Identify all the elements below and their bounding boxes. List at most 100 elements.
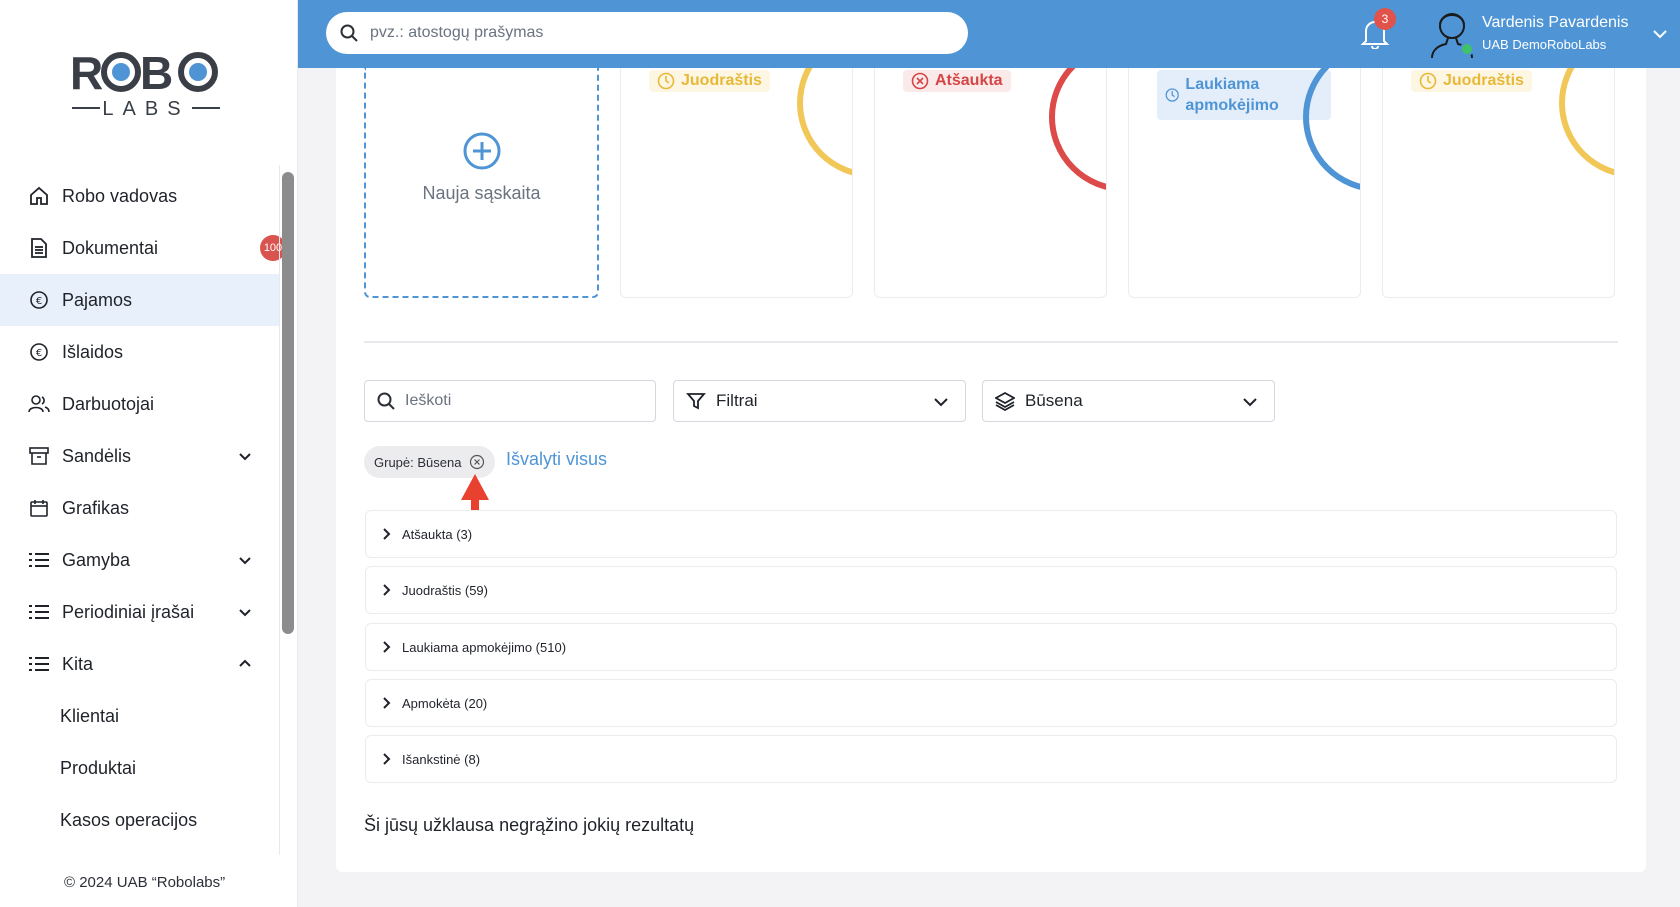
- list-icon: [28, 549, 50, 571]
- sidebar-item-robo-vadovas[interactable]: Robo vadovas: [0, 170, 280, 222]
- sidebar-item-label: Išlaidos: [62, 341, 124, 362]
- sidebar-item-label: Kasos operacijos: [60, 809, 198, 830]
- invoice-card[interactable]: Juodraštis: [620, 68, 853, 298]
- document-icon: [28, 237, 50, 259]
- filters-dropdown[interactable]: Filtrai: [673, 380, 966, 422]
- status-dropdown[interactable]: Būsena: [982, 380, 1275, 422]
- chevron-down-icon: [1243, 398, 1257, 407]
- online-status-dot: [1460, 42, 1474, 56]
- sidebar-scrollbar[interactable]: [282, 172, 294, 634]
- sidebar-scroll-track: [279, 165, 280, 855]
- sidebar-item-label: Sandėlis: [62, 445, 132, 466]
- chip-label: Grupė: Būsena: [374, 454, 462, 470]
- income-icon: €: [28, 289, 50, 311]
- top-bar: 3 Vardenis Pavardenis UAB DemoRoboLabs: [298, 0, 1680, 68]
- new-invoice-card[interactable]: Nauja sąskaita: [364, 68, 599, 298]
- sidebar-item-gamyba[interactable]: Gamyba: [0, 534, 280, 586]
- sidebar-nav: Robo vadovas Dokumentai 100 € Pajamos € …: [0, 170, 286, 846]
- new-invoice-label: Nauja sąskaita: [422, 182, 541, 203]
- users-icon: [28, 393, 50, 415]
- sidebar-item-label: Periodiniai įrašai: [62, 601, 195, 622]
- list-icon: [28, 653, 50, 675]
- group-row-label: Atšaukta (3): [402, 526, 473, 542]
- sidebar-item-produktai[interactable]: Produktai: [0, 742, 280, 794]
- group-row-label: Juodraštis (59): [402, 582, 488, 598]
- clock-icon: [1165, 88, 1179, 102]
- chevron-down-icon: [934, 398, 948, 407]
- chevron-down-icon[interactable]: [236, 447, 254, 465]
- sidebar-item-sandelis[interactable]: Sandėlis: [0, 430, 280, 482]
- sidebar-item-label: Pajamos: [62, 289, 133, 310]
- clock-icon: [657, 72, 675, 90]
- status-label: Juodraštis: [681, 72, 762, 89]
- sidebar-item-pajamos[interactable]: € Pajamos: [0, 274, 280, 326]
- svg-text:B: B: [140, 47, 173, 99]
- chevron-right-icon: [383, 753, 391, 765]
- group-row[interactable]: Apmokėta (20): [365, 679, 1617, 727]
- group-row-label: Apmokėta (20): [402, 695, 488, 711]
- chevron-down-icon[interactable]: [1650, 24, 1670, 44]
- sidebar-item-periodiniai-irasai[interactable]: Periodiniai įrašai: [0, 586, 280, 638]
- chevron-right-icon: [383, 641, 391, 653]
- sidebar-item-dokumentai[interactable]: Dokumentai 100: [0, 222, 286, 274]
- status-ring: [1049, 68, 1106, 192]
- status-badge: Atšaukta: [903, 70, 1011, 92]
- group-row-label: Laukiama apmokėjimo (510): [402, 639, 567, 655]
- group-row[interactable]: Juodraštis (59): [365, 566, 1617, 614]
- sidebar-item-klientai[interactable]: Klientai: [0, 690, 280, 742]
- list-icon: [28, 601, 50, 623]
- sidebar-item-label: Robo vadovas: [62, 185, 178, 206]
- sidebar: R B LABS Robo vadovas Dokumentai 100 € P…: [0, 0, 298, 907]
- archive-icon: [28, 445, 50, 467]
- sidebar-item-label: Dokumentai: [62, 237, 159, 258]
- invoice-card[interactable]: Atšaukta: [874, 68, 1107, 298]
- svg-text:€: €: [36, 296, 42, 307]
- svg-text:R: R: [70, 47, 103, 99]
- status-label: Juodraštis: [1443, 72, 1524, 89]
- group-row[interactable]: Laukiama apmokėjimo (510): [365, 623, 1617, 671]
- filters-label: Filtrai: [716, 391, 758, 410]
- expense-icon: €: [28, 341, 50, 363]
- search-icon: [377, 392, 395, 410]
- chevron-right-icon: [383, 697, 391, 709]
- sidebar-item-label: Darbuotojai: [62, 393, 155, 414]
- group-row-label: Išankstinė (8): [402, 751, 481, 767]
- sidebar-item-islaidos[interactable]: € Išlaidos: [0, 326, 280, 378]
- empty-results-message: Ši jūsų užklausa negrąžino jokių rezulta…: [364, 815, 695, 835]
- plus-circle-icon: [463, 132, 500, 169]
- search-field[interactable]: [364, 380, 656, 422]
- svg-text:LABS: LABS: [102, 98, 189, 120]
- copyright-text: © 2024 UAB “Robolabs”: [64, 874, 226, 891]
- home-icon: [28, 185, 50, 207]
- search-input[interactable]: [405, 392, 625, 410]
- invoice-card[interactable]: Juodraštis: [1382, 68, 1615, 298]
- invoice-card[interactable]: Laukiama apmokėjimo: [1128, 68, 1361, 298]
- cancel-circle-icon: [911, 72, 929, 90]
- group-row[interactable]: Išankstinė (8): [365, 735, 1617, 783]
- filter-icon: [686, 393, 706, 410]
- svg-text:€: €: [36, 348, 42, 359]
- calendar-icon: [28, 497, 50, 519]
- group-row[interactable]: Atšaukta (3): [365, 510, 1617, 558]
- status-badge: Juodraštis: [649, 70, 770, 92]
- robolabs-logo[interactable]: R B LABS: [70, 45, 222, 120]
- chevron-up-icon[interactable]: [236, 655, 254, 673]
- sidebar-item-kasos-operacijos[interactable]: Kasos operacijos: [0, 794, 280, 846]
- sidebar-item-label: Produktai: [60, 757, 137, 778]
- close-circle-icon[interactable]: [469, 454, 485, 470]
- search-icon: [340, 24, 358, 42]
- global-search[interactable]: [326, 12, 968, 54]
- sidebar-item-label: Kita: [62, 653, 94, 674]
- global-search-input[interactable]: [370, 24, 930, 42]
- clear-all-link[interactable]: Išvalyti visus: [506, 449, 607, 470]
- sidebar-item-grafikas[interactable]: Grafikas: [0, 482, 280, 534]
- notification-badge: 3: [1374, 8, 1396, 30]
- user-name[interactable]: Vardenis Pavardenis: [1482, 14, 1628, 32]
- status-label: Būsena: [1025, 391, 1083, 410]
- sidebar-item-darbuotojai[interactable]: Darbuotojai: [0, 378, 280, 430]
- chevron-down-icon[interactable]: [236, 603, 254, 621]
- layers-icon: [995, 391, 1015, 411]
- sidebar-item-kita[interactable]: Kita: [0, 638, 280, 690]
- chevron-down-icon[interactable]: [236, 551, 254, 569]
- status-label: Atšaukta: [935, 72, 1003, 89]
